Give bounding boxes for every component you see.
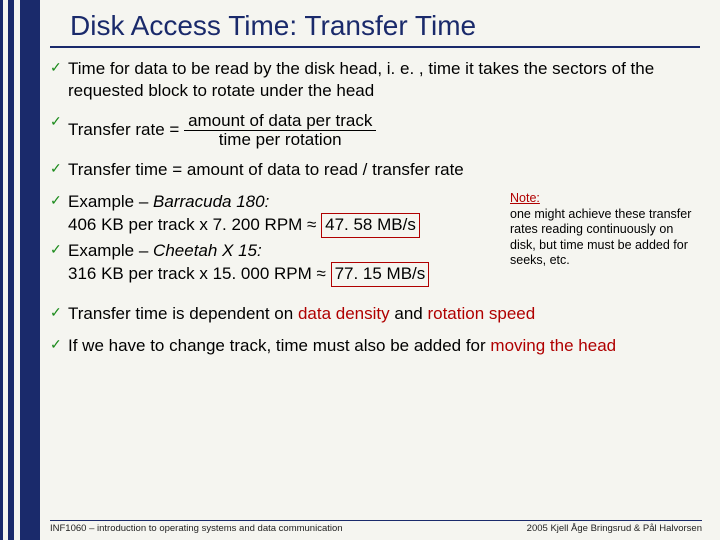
result-box: 47. 58 MB/s — [321, 213, 420, 238]
bullet-list-lower: Transfer time is dependent on data densi… — [50, 303, 700, 357]
note-heading: Note: — [510, 191, 540, 205]
example-calc: 316 KB per track x 15. 000 RPM ≈ — [68, 264, 331, 283]
bullet-formula-time: Transfer time = amount of data to read /… — [50, 159, 700, 181]
example-lead: Example – — [68, 241, 153, 260]
footer: INF1060 – introduction to operating syst… — [50, 520, 702, 534]
text-part: and — [390, 304, 428, 323]
example-detail: 406 KB per track x 7. 200 RPM ≈ 47. 58 M… — [68, 213, 500, 238]
example-name: Barracuda 180: — [153, 192, 269, 211]
examples-column: Example – Barracuda 180: 406 KB per trac… — [50, 191, 500, 289]
fraction-denominator: time per rotation — [184, 131, 376, 149]
fraction: amount of data per track time per rotati… — [184, 112, 376, 149]
bullet-example-barracuda: Example – Barracuda 180: 406 KB per trac… — [50, 191, 500, 238]
bullet-formula-rate: Transfer rate = amount of data per track… — [50, 112, 700, 149]
example-lead: Example – — [68, 192, 153, 211]
bullet-example-cheetah: Example – Cheetah X 15: 316 KB per track… — [50, 240, 500, 287]
result-box: 77. 15 MB/s — [331, 262, 430, 287]
footer-left: INF1060 – introduction to operating syst… — [50, 523, 343, 534]
slide-body: Disk Access Time: Transfer Time Time for… — [40, 0, 720, 540]
fraction-numerator: amount of data per track — [184, 112, 376, 131]
footer-right: 2005 Kjell Åge Bringsrud & Pål Halvorsen — [527, 523, 702, 534]
note-box: Note: one might achieve these transfer r… — [510, 191, 700, 269]
highlight-data-density: data density — [298, 304, 390, 323]
note-body: one might achieve these transfer rates r… — [510, 207, 691, 268]
bullet-track-change: If we have to change track, time must al… — [50, 335, 700, 357]
example-name: Cheetah X 15: — [153, 241, 262, 260]
example-calc: 406 KB per track x 7. 200 RPM ≈ — [68, 215, 321, 234]
bullet-dependency: Transfer time is dependent on data densi… — [50, 303, 700, 325]
text-part: If we have to change track, time must al… — [68, 336, 490, 355]
bullet-definition: Time for data to be read by the disk hea… — [50, 58, 700, 102]
text-part: Transfer time is dependent on — [68, 304, 298, 323]
examples-row: Example – Barracuda 180: 406 KB per trac… — [50, 191, 700, 289]
example-detail: 316 KB per track x 15. 000 RPM ≈ 77. 15 … — [68, 262, 500, 287]
left-decoration — [0, 0, 36, 540]
slide-title: Disk Access Time: Transfer Time — [50, 0, 700, 48]
highlight-moving-head: moving the head — [490, 336, 616, 355]
formula-prefix: Transfer rate = — [68, 120, 184, 139]
bullet-list: Time for data to be read by the disk hea… — [50, 58, 700, 181]
highlight-rotation-speed: rotation speed — [427, 304, 535, 323]
